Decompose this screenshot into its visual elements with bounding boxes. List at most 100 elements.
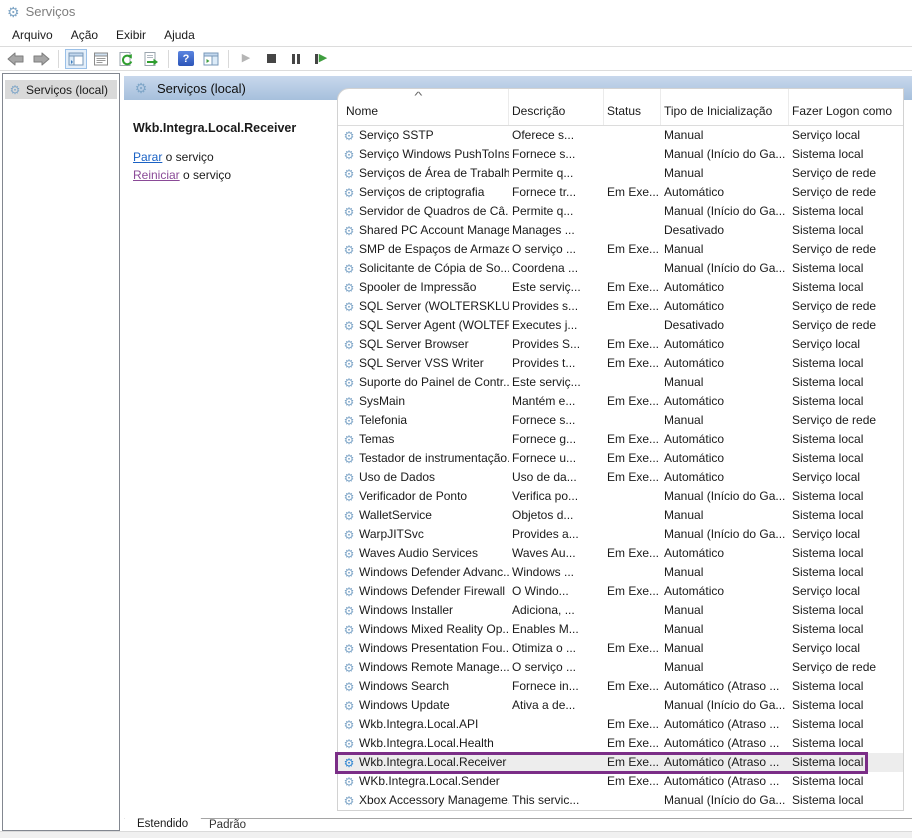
pause-service-button[interactable] — [285, 49, 307, 69]
table-row[interactable]: ⚙Uso de Dados Uso de da... Em Exe... Aut… — [338, 468, 903, 487]
show-console-tree-button[interactable] — [65, 49, 87, 69]
table-row[interactable]: ⚙Serviços de criptografia Fornece tr... … — [338, 183, 903, 202]
service-startup-type: Manual (Início do Ga... — [661, 259, 789, 278]
table-row[interactable]: ⚙Testador de instrumentação... Fornece u… — [338, 449, 903, 468]
table-row[interactable]: ⚙Solicitante de Cópia de So... Coordena … — [338, 259, 903, 278]
table-row[interactable]: ⚙SMP de Espaços de Armaze... O serviço .… — [338, 240, 903, 259]
table-row[interactable]: ⚙Windows Defender Advanc... Windows ... … — [338, 563, 903, 582]
table-row[interactable]: ⚙Suporte do Painel de Contr... Este serv… — [338, 373, 903, 392]
table-row[interactable]: ⚙Xbox Accessory Manageme... This servic.… — [338, 791, 903, 810]
service-description: O Windo... — [509, 582, 604, 601]
table-row[interactable]: ⚙Wkb.Integra.Local.API Em Exe... Automát… — [338, 715, 903, 734]
table-row[interactable]: ⚙Windows Mixed Reality Op... Enables M..… — [338, 620, 903, 639]
service-description: Fornece s... — [509, 145, 604, 164]
service-logon-as: Serviço local — [789, 126, 903, 145]
service-startup-type: Automático — [661, 278, 789, 297]
service-gear-icon: ⚙ — [342, 149, 356, 161]
service-logon-as: Sistema local — [789, 791, 903, 810]
table-row[interactable]: ⚙Telefonia Fornece s... Manual Serviço d… — [338, 411, 903, 430]
service-logon-as: Sistema local — [789, 392, 903, 411]
table-row[interactable]: ⚙Spooler de Impressão Este serviç... Em … — [338, 278, 903, 297]
table-row[interactable]: ⚙Wkb.Integra.Local.Receiver Em Exe... Au… — [338, 753, 903, 772]
service-startup-type: Automático — [661, 183, 789, 202]
service-logon-as: Sistema local — [789, 487, 903, 506]
table-row[interactable]: ⚙SQL Server Browser Provides S... Em Exe… — [338, 335, 903, 354]
service-description: Objetos d... — [509, 506, 604, 525]
service-status — [604, 411, 661, 430]
service-status: Em Exe... — [604, 715, 661, 734]
service-name: WalletService — [359, 506, 432, 525]
service-status — [604, 126, 661, 145]
service-logon-as: Sistema local — [789, 449, 903, 468]
service-gear-icon: ⚙ — [342, 453, 356, 465]
tree-item-servicos-local[interactable]: ⚙ Serviços (local) — [5, 80, 117, 99]
restart-service-suffix: o serviço — [180, 168, 231, 182]
service-description: Provides t... — [509, 354, 604, 373]
stop-service-link[interactable]: Parar — [133, 150, 162, 164]
column-header-status[interactable]: Status — [604, 89, 661, 125]
table-row[interactable]: ⚙SQL Server VSS Writer Provides t... Em … — [338, 354, 903, 373]
main-area: ⚙ Serviços (local) ⚙ Serviços (local) Wk… — [0, 71, 912, 838]
service-status — [604, 259, 661, 278]
menu-acao[interactable]: Ação — [62, 26, 107, 44]
start-service-button[interactable]: ▶ — [235, 49, 257, 69]
service-name: Suporte do Painel de Contr... — [359, 373, 509, 392]
services-app-icon: ⚙ — [7, 5, 20, 19]
stop-service-button[interactable] — [260, 49, 282, 69]
table-row[interactable]: ⚙Windows Update Ativa a de... Manual (In… — [338, 696, 903, 715]
service-name: Windows Presentation Fou... — [359, 639, 509, 658]
column-header-nome[interactable]: Nome — [338, 89, 509, 125]
column-header-descricao[interactable]: Descrição — [509, 89, 604, 125]
table-row[interactable]: ⚙Windows Presentation Fou... Otimiza o .… — [338, 639, 903, 658]
table-row[interactable]: ⚙Waves Audio Services Waves Au... Em Exe… — [338, 544, 903, 563]
service-startup-type: Automático — [661, 430, 789, 449]
table-row[interactable]: ⚙Wkb.Integra.Local.Health Em Exe... Auto… — [338, 734, 903, 753]
console-tree-panel: ⚙ Serviços (local) — [2, 73, 120, 831]
table-row[interactable]: ⚙SQL Server (WOLTERSKLUW... Provides s..… — [338, 297, 903, 316]
refresh-button[interactable] — [115, 49, 137, 69]
help-button[interactable]: ? — [175, 49, 197, 69]
restart-service-link[interactable]: Reiniciar — [133, 168, 180, 182]
service-startup-type: Manual — [661, 164, 789, 183]
table-row[interactable]: ⚙Windows Defender Firewall O Windo... Em… — [338, 582, 903, 601]
service-logon-as: Sistema local — [789, 145, 903, 164]
services-gear-icon: ⚙ — [8, 84, 22, 96]
table-row[interactable]: ⚙Windows Search Fornece in... Em Exe... … — [338, 677, 903, 696]
export-list-button[interactable] — [140, 49, 162, 69]
service-startup-type: Automático — [661, 392, 789, 411]
table-row[interactable]: ⚙Serviço Windows PushToIns... Fornece s.… — [338, 145, 903, 164]
restart-service-button[interactable]: ▶ — [310, 49, 332, 69]
refresh-icon — [118, 51, 134, 67]
menu-exibir[interactable]: Exibir — [107, 26, 155, 44]
service-gear-icon: ⚙ — [342, 358, 356, 370]
table-row[interactable]: ⚙Windows Installer Adiciona, ... Manual … — [338, 601, 903, 620]
back-button[interactable] — [5, 49, 27, 69]
table-row[interactable]: ⚙WKb.Integra.Local.Sender Em Exe... Auto… — [338, 772, 903, 791]
table-row[interactable]: ⚙Servidor de Quadros de Câ... Permite q.… — [338, 202, 903, 221]
properties-button[interactable] — [90, 49, 112, 69]
service-gear-icon: ⚙ — [342, 700, 356, 712]
table-row[interactable]: ⚙Serviço SSTP Oferece s... Manual Serviç… — [338, 126, 903, 145]
service-gear-icon: ⚙ — [342, 529, 356, 541]
service-gear-icon: ⚙ — [342, 681, 356, 693]
help-icon: ? — [178, 51, 194, 66]
table-row[interactable]: ⚙Verificador de Ponto Verifica po... Man… — [338, 487, 903, 506]
services-table: Nome Descrição Status Tipo de Inicializa… — [337, 88, 904, 811]
table-row[interactable]: ⚙SysMain Mantém e... Em Exe... Automátic… — [338, 392, 903, 411]
service-gear-icon: ⚙ — [342, 396, 356, 408]
show-action-pane-button[interactable] — [200, 49, 222, 69]
table-row[interactable]: ⚙Temas Fornece g... Em Exe... Automático… — [338, 430, 903, 449]
column-header-tipo-inicializacao[interactable]: Tipo de Inicialização — [661, 89, 789, 125]
table-row[interactable]: ⚙Windows Remote Manage... O serviço ... … — [338, 658, 903, 677]
forward-button[interactable] — [30, 49, 52, 69]
menu-ajuda[interactable]: Ajuda — [155, 26, 204, 44]
tool-bar: ? ▶ ▶ — [0, 47, 912, 71]
column-header-fazer-logon-como[interactable]: Fazer Logon como — [789, 89, 903, 125]
menu-arquivo[interactable]: Arquivo — [3, 26, 62, 44]
table-row[interactable]: ⚙Shared PC Account Manager Manages ... D… — [338, 221, 903, 240]
table-row[interactable]: ⚙WarpJITSvc Provides a... Manual (Início… — [338, 525, 903, 544]
service-gear-icon: ⚙ — [342, 719, 356, 731]
table-row[interactable]: ⚙Serviços de Área de Trabalh... Permite … — [338, 164, 903, 183]
table-row[interactable]: ⚙SQL Server Agent (WOLTER... Executes j.… — [338, 316, 903, 335]
table-row[interactable]: ⚙WalletService Objetos d... Manual Siste… — [338, 506, 903, 525]
